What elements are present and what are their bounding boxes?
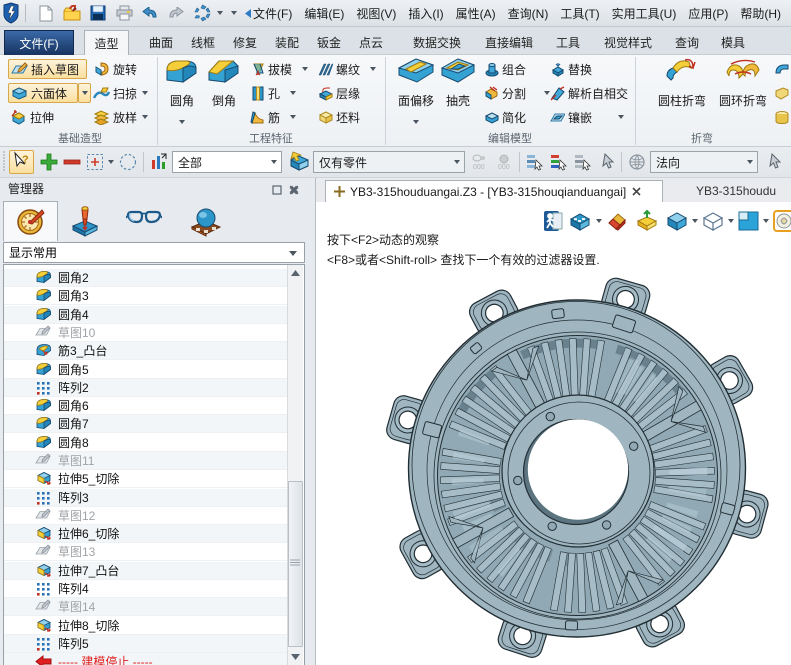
- svg-text:?: ?: [22, 154, 29, 166]
- svg-text:000: 000: [498, 164, 510, 171]
- svg-text:000: 000: [473, 164, 485, 171]
